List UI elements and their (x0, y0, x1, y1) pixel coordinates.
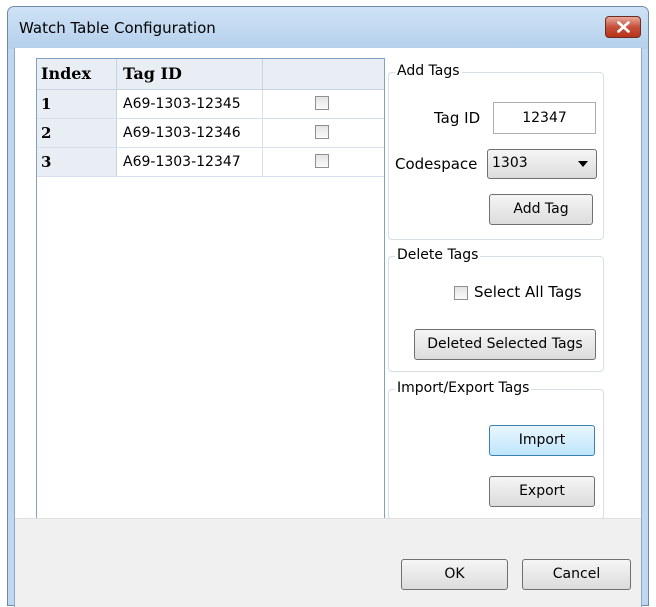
row-select-checkbox[interactable] (315, 125, 329, 139)
row-tag-id: A69-1303-12347 (117, 148, 263, 176)
codespace-value: 1303 (492, 155, 528, 171)
row-index: 2 (37, 119, 117, 147)
column-header-tag-id[interactable]: Tag ID (117, 59, 263, 89)
codespace-label: Codespace (395, 155, 478, 173)
close-icon (617, 21, 630, 33)
row-select-checkbox[interactable] (315, 96, 329, 110)
codespace-select[interactable]: 1303 (487, 149, 597, 179)
column-header-index[interactable]: Index (37, 59, 117, 89)
select-all-tags-checkbox[interactable] (454, 286, 468, 300)
window-title: Watch Table Configuration (19, 19, 216, 37)
tag-id-input[interactable]: 12347 (493, 102, 596, 134)
row-index: 1 (37, 90, 117, 118)
row-tag-id: A69-1303-12346 (117, 119, 263, 147)
ok-button[interactable]: OK (401, 559, 508, 590)
row-tag-id: A69-1303-12345 (117, 90, 263, 118)
select-all-tags-label[interactable]: Select All Tags (474, 283, 582, 301)
chevron-down-icon (578, 161, 588, 167)
delete-selected-tags-button[interactable]: Deleted Selected Tags (414, 329, 596, 360)
export-button[interactable]: Export (489, 476, 595, 507)
row-select-cell (263, 148, 384, 176)
table-row[interactable]: 1 A69-1303-12345 (37, 90, 384, 119)
row-select-checkbox[interactable] (315, 154, 329, 168)
add-tag-button[interactable]: Add Tag (489, 194, 593, 225)
watch-table-grid[interactable]: Index Tag ID 1 A69-1303-12345 2 A69-1303… (36, 58, 385, 528)
cancel-button[interactable]: Cancel (522, 559, 631, 590)
table-row[interactable]: 3 A69-1303-12347 (37, 148, 384, 177)
column-header-select[interactable] (263, 59, 384, 89)
delete-tags-group-label: Delete Tags (395, 247, 481, 263)
import-button[interactable]: Import (489, 425, 595, 456)
delete-tags-group: Delete Tags Select All Tags Deleted Sele… (388, 247, 604, 372)
import-export-group-label: Import/Export Tags (395, 380, 532, 396)
row-select-cell (263, 90, 384, 118)
grid-header-row: Index Tag ID (37, 59, 384, 90)
table-row[interactable]: 2 A69-1303-12346 (37, 119, 384, 148)
tag-id-label: Tag ID (434, 109, 481, 127)
row-index: 3 (37, 148, 117, 176)
add-tags-group-label: Add Tags (395, 63, 462, 79)
row-select-cell (263, 119, 384, 147)
add-tags-group: Add Tags Tag ID 12347 Codespace 1303 Add… (388, 63, 604, 240)
import-export-group: Import/Export Tags Import Export (388, 380, 604, 520)
close-button[interactable] (605, 16, 641, 38)
title-bar[interactable]: Watch Table Configuration (8, 7, 648, 49)
dialog-footer: OK Cancel (15, 518, 641, 607)
